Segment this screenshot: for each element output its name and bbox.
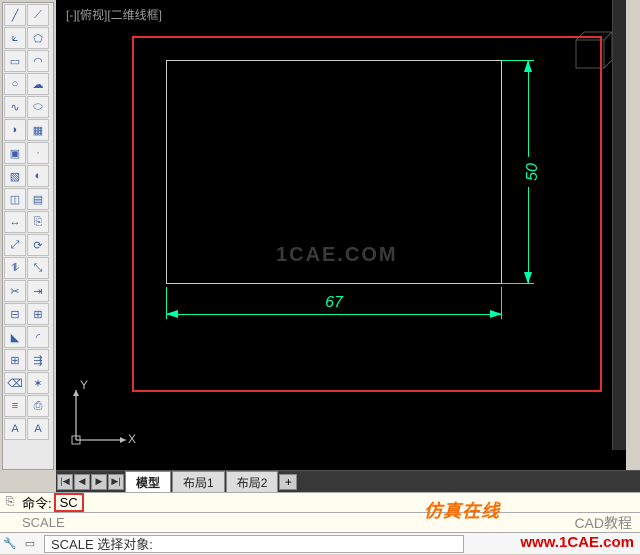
array-tool[interactable]: ⊞	[4, 349, 26, 371]
line-tool[interactable]: ╱	[4, 4, 26, 26]
watermark-url: www.1CAE.com	[520, 534, 634, 551]
extend-tool[interactable]: ⇥	[27, 280, 49, 302]
construction-line-tool[interactable]: ⟋	[27, 4, 49, 26]
draw-toolbar: ╱⟋⟀⬠▭◠○☁∿⬭◗▦▣·▧◐◫▤↔⎘⤢⟳⥮⤡✂⇥⊟⊞◣◜⊞⇶⌫✶≡⎙AA	[2, 2, 54, 470]
revision-cloud-tool[interactable]: ☁	[27, 73, 49, 95]
command-typed: SC	[54, 493, 84, 512]
make-block-tool[interactable]: ▣	[4, 142, 26, 164]
dimension-width-value: 67	[319, 294, 349, 312]
circle-tool[interactable]: ○	[4, 73, 26, 95]
tab-nav-first[interactable]: |◀	[57, 474, 73, 490]
properties-tool[interactable]: ≡	[4, 395, 26, 417]
watermark-brand: 仿真在线	[424, 497, 500, 523]
tab-add-layout[interactable]: +	[279, 474, 297, 490]
vertical-scrollbar[interactable]	[612, 0, 626, 450]
gradient-tool[interactable]: ◐	[27, 165, 49, 187]
point-tool[interactable]: ·	[27, 142, 49, 164]
command-expand-icon[interactable]: ▭	[22, 536, 38, 552]
table-tool[interactable]: ▤	[27, 188, 49, 210]
tab-nav-prev[interactable]: ◀	[74, 474, 90, 490]
command-history-icon: ⎘	[2, 495, 18, 511]
ucs-icon: X Y	[66, 380, 136, 450]
tab-nav-last[interactable]: ▶|	[108, 474, 124, 490]
command-history-line-1: ⎘ 命令: SC	[0, 492, 640, 512]
rectangle-tool[interactable]: ▭	[4, 50, 26, 72]
stretch-tool[interactable]: ⤢	[4, 234, 26, 256]
tab-nav-next[interactable]: ▶	[91, 474, 107, 490]
dimension-height-value: 50	[524, 157, 542, 187]
drawing-canvas[interactable]: [-][俯视][二维线框] 67 50 1CAE.COM	[56, 0, 626, 470]
command-prefix: 命令:	[22, 493, 52, 512]
explode-tool[interactable]: ✶	[27, 372, 49, 394]
rotate-tool[interactable]: ⟳	[27, 234, 49, 256]
text-tool[interactable]: A	[4, 418, 26, 440]
join-tool[interactable]: ⊞	[27, 303, 49, 325]
match-properties-tool[interactable]: ⎙	[27, 395, 49, 417]
hatch-tool[interactable]: ▧	[4, 165, 26, 187]
ucs-x-label: X	[128, 432, 136, 446]
watermark-cad: CAD教程	[574, 513, 632, 533]
ucs-y-label: Y	[80, 378, 88, 392]
offset-tool[interactable]: ⇶	[27, 349, 49, 371]
tab-model[interactable]: 模型	[125, 471, 171, 493]
fillet-tool[interactable]: ◜	[27, 326, 49, 348]
scale-tool[interactable]: ⤡	[27, 257, 49, 279]
command-input[interactable]	[44, 535, 464, 553]
polygon-tool[interactable]: ⬠	[27, 27, 49, 49]
tab-layout2[interactable]: 布局2	[226, 471, 279, 493]
chamfer-tool[interactable]: ◣	[4, 326, 26, 348]
mirror-tool[interactable]: ⥮	[4, 257, 26, 279]
watermark-center: 1CAE.COM	[276, 244, 398, 267]
move-tool[interactable]: ↔	[4, 211, 26, 233]
insert-block-tool[interactable]: ▦	[27, 119, 49, 141]
trim-tool[interactable]: ✂	[4, 280, 26, 302]
ellipse-arc-tool[interactable]: ◗	[4, 119, 26, 141]
horizontal-dimension[interactable]: 67	[164, 290, 504, 324]
tab-layout1[interactable]: 布局1	[172, 471, 225, 493]
spline-tool[interactable]: ∿	[4, 96, 26, 118]
region-tool[interactable]: ◫	[4, 188, 26, 210]
view-label[interactable]: [-][俯视][二维线框]	[66, 6, 162, 23]
command-history-line-2: SCALE	[0, 512, 640, 532]
copy-tool[interactable]: ⎘	[27, 211, 49, 233]
polyline-tool[interactable]: ⟀	[4, 27, 26, 49]
ellipse-tool[interactable]: ⬭	[27, 96, 49, 118]
break-tool[interactable]: ⊟	[4, 303, 26, 325]
layout-tabs: |◀ ◀ ▶ ▶| 模型 布局1 布局2 +	[56, 470, 640, 492]
arc-tool[interactable]: ◠	[27, 50, 49, 72]
erase-tool[interactable]: ⌫	[4, 372, 26, 394]
command-echo: SCALE	[2, 515, 65, 530]
command-tool-icon[interactable]: 🔧	[2, 536, 18, 552]
mtext-tool[interactable]: A	[27, 418, 49, 440]
vertical-dimension[interactable]: 50	[504, 58, 538, 286]
